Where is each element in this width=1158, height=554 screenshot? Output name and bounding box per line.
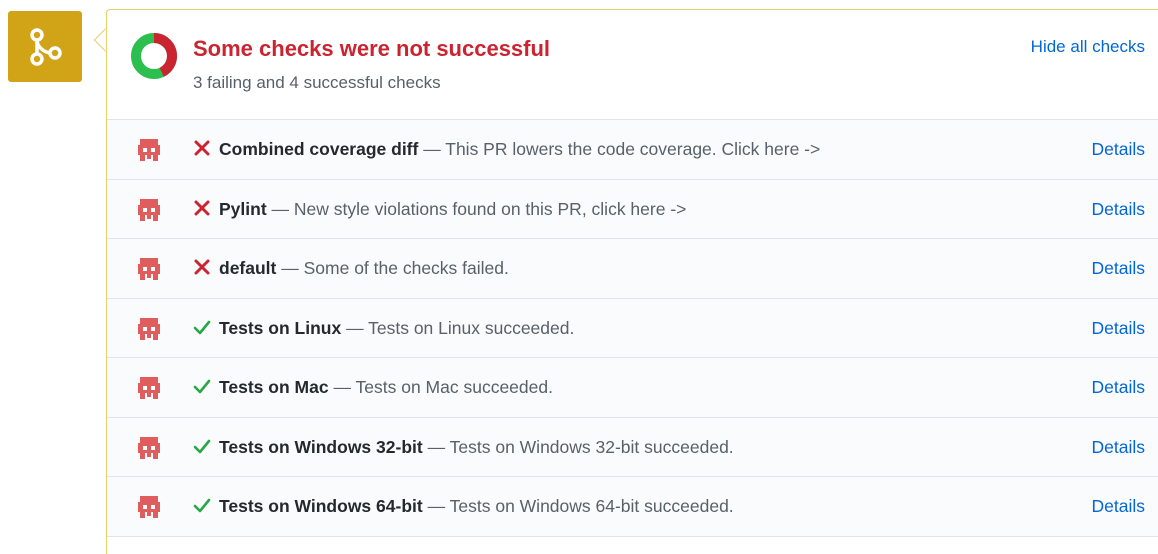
check-text: Tests on Windows 32-bit — Tests on Windo…: [219, 437, 734, 458]
check-row-7: Tests on Windows 64-bit — Tests on Windo…: [107, 477, 1158, 537]
check-app-avatar: [138, 258, 160, 280]
hide-all-checks-link[interactable]: Hide all checks: [1031, 37, 1145, 57]
details-link[interactable]: Details: [1092, 437, 1146, 458]
x-icon: [191, 256, 213, 278]
check-icon: [191, 494, 213, 516]
check-description: — New style violations found on this PR,…: [271, 198, 687, 219]
check-text: Tests on Linux — Tests on Linux succeede…: [219, 318, 574, 339]
check-description: — Tests on Windows 32-bit succeeded.: [427, 436, 734, 457]
details-link[interactable]: Details: [1092, 139, 1146, 160]
check-name: Combined coverage diff: [219, 139, 419, 159]
check-icon: [191, 375, 213, 397]
checks-panel: Some checks were not successful 3 failin…: [106, 9, 1158, 554]
details-link[interactable]: Details: [1092, 199, 1146, 220]
check-description: — This PR lowers the code coverage. Clic…: [423, 139, 821, 159]
git-merge-icon: [30, 27, 62, 66]
check-icon: [191, 435, 213, 457]
check-name: Tests on Mac: [219, 377, 329, 397]
check-icon: [191, 316, 213, 338]
check-app-avatar: [138, 198, 160, 221]
check-row-2: Pylint — New style violations found on t…: [107, 179, 1158, 239]
details-link[interactable]: Details: [1092, 318, 1146, 339]
check-app-avatar: [138, 496, 160, 518]
details-link[interactable]: Details: [1092, 496, 1146, 517]
details-link[interactable]: Details: [1092, 377, 1146, 398]
checks-summary-subtitle: 3 failing and 4 successful checks: [193, 73, 441, 92]
git-merge-badge: [8, 11, 82, 82]
check-name: default: [219, 258, 277, 278]
x-icon: [191, 137, 213, 159]
check-app-avatar: [138, 377, 160, 399]
check-description: — Some of the checks failed.: [281, 258, 509, 278]
check-name: Tests on Linux: [219, 317, 342, 338]
check-row-4: Tests on Linux — Tests on Linux succeede…: [107, 298, 1158, 358]
check-description: — Tests on Windows 64-bit succeeded.: [427, 496, 734, 516]
checks-summary-header: Some checks were not successful 3 failin…: [107, 10, 1158, 120]
checks-summary-title: Some checks were not successful: [193, 36, 551, 61]
check-row-6: Tests on Windows 32-bit — Tests on Windo…: [107, 417, 1158, 477]
checks-status-donut-icon: [131, 33, 177, 79]
check-row-1: Combined coverage diff — This PR lowers …: [107, 120, 1158, 180]
check-name: Pylint: [219, 198, 267, 219]
check-text: Tests on Mac — Tests on Mac succeeded.: [219, 377, 553, 398]
check-description: — Tests on Mac succeeded.: [333, 377, 553, 397]
check-text: Tests on Windows 64-bit — Tests on Windo…: [219, 496, 734, 517]
details-link[interactable]: Details: [1092, 258, 1146, 279]
checks-list: Combined coverage diff — This PR lowers …: [107, 120, 1158, 537]
check-row-3: default — Some of the checks failed. Det…: [107, 239, 1158, 299]
check-name: Tests on Windows 64-bit: [219, 496, 423, 516]
x-icon: [191, 197, 213, 219]
check-row-5: Tests on Mac — Tests on Mac succeeded. D…: [107, 358, 1158, 418]
check-text: Combined coverage diff — This PR lowers …: [219, 139, 820, 160]
check-name: Tests on Windows 32-bit: [219, 436, 423, 457]
check-app-avatar: [138, 317, 160, 340]
check-text: Pylint — New style violations found on t…: [219, 199, 686, 220]
check-app-avatar: [138, 436, 160, 459]
check-description: — Tests on Linux succeeded.: [346, 317, 575, 338]
check-app-avatar: [138, 139, 160, 161]
check-text: default — Some of the checks failed.: [219, 258, 509, 279]
